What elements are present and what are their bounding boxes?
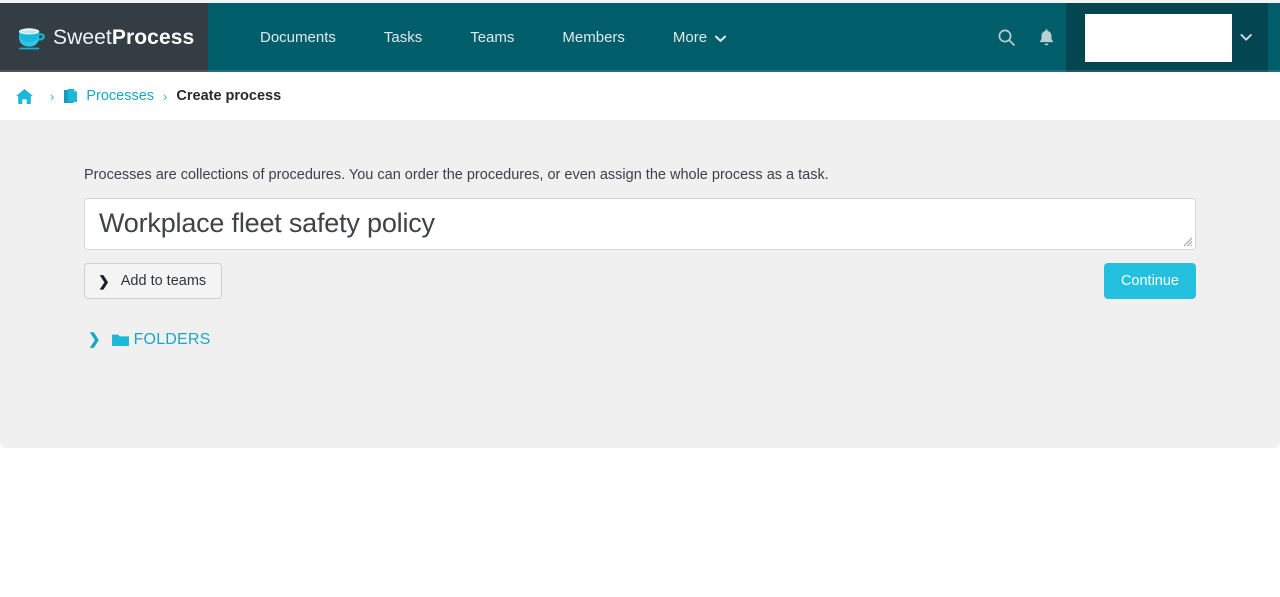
- search-icon: [998, 29, 1015, 46]
- notifications-button[interactable]: [1026, 3, 1066, 72]
- brand-name-bold: Process: [111, 25, 195, 49]
- nav-item-label: Tasks: [383, 29, 423, 46]
- breadcrumb-separator: ›: [163, 88, 168, 104]
- breadcrumb-current: Create process: [176, 88, 282, 104]
- folders-toggle[interactable]: ❯ FOLDERS: [88, 331, 211, 349]
- documents-icon: [64, 88, 78, 103]
- app-header: SweetProcess Documents Tasks Teams Membe…: [0, 3, 1280, 72]
- nav-item-label: More: [672, 29, 708, 46]
- folders-label: FOLDERS: [133, 330, 211, 348]
- chevron-right-icon: ❯: [98, 272, 110, 289]
- process-title-input[interactable]: Workplace fleet safety policy: [84, 197, 1196, 250]
- nav-item-tasks[interactable]: Tasks: [360, 3, 446, 72]
- breadcrumb: › Processes › Create process: [0, 72, 1280, 120]
- breadcrumb-separator: ›: [50, 88, 55, 104]
- continue-button[interactable]: Continue: [1103, 262, 1196, 299]
- breadcrumb-processes[interactable]: Processes: [63, 88, 154, 105]
- user-menu[interactable]: [1066, 3, 1268, 72]
- nav-item-documents[interactable]: Documents: [236, 3, 360, 72]
- add-to-teams-label: Add to teams: [120, 272, 207, 289]
- breadcrumb-home[interactable]: [15, 88, 41, 105]
- chevron-down-icon: [715, 35, 727, 42]
- bell-icon: [1039, 29, 1053, 46]
- nav-item-label: Teams: [470, 29, 515, 46]
- resize-grip-icon[interactable]: [1182, 236, 1193, 247]
- nav-item-more[interactable]: More: [649, 3, 750, 72]
- chevron-down-icon: [1240, 34, 1252, 41]
- chevron-right-icon: ❯: [88, 331, 101, 349]
- main-navigation: Documents Tasks Teams Members More: [208, 3, 986, 72]
- breadcrumb-processes-label: Processes: [86, 88, 155, 104]
- home-icon: [16, 88, 33, 104]
- search-button[interactable]: [986, 3, 1026, 72]
- page-description: Processes are collections of procedures.…: [84, 167, 829, 183]
- nav-item-teams[interactable]: Teams: [446, 3, 538, 72]
- brand-name: SweetProcess: [53, 26, 194, 50]
- brand-logo[interactable]: SweetProcess: [0, 3, 208, 72]
- folder-icon: [111, 334, 129, 346]
- header-actions: [986, 3, 1280, 72]
- process-title-value: Workplace fleet safety policy: [99, 208, 435, 239]
- coffee-cup-icon: [19, 27, 45, 49]
- form-actions: ❯ Add to teams Continue: [84, 262, 1196, 299]
- add-to-teams-button[interactable]: ❯ Add to teams: [84, 262, 223, 299]
- nav-item-label: Documents: [260, 29, 336, 46]
- create-process-panel: Processes are collections of procedures.…: [0, 120, 1280, 448]
- user-name-field: [1085, 13, 1232, 62]
- brand-name-light: Sweet: [53, 25, 112, 49]
- nav-item-label: Members: [562, 29, 625, 46]
- nav-item-members[interactable]: Members: [538, 3, 649, 72]
